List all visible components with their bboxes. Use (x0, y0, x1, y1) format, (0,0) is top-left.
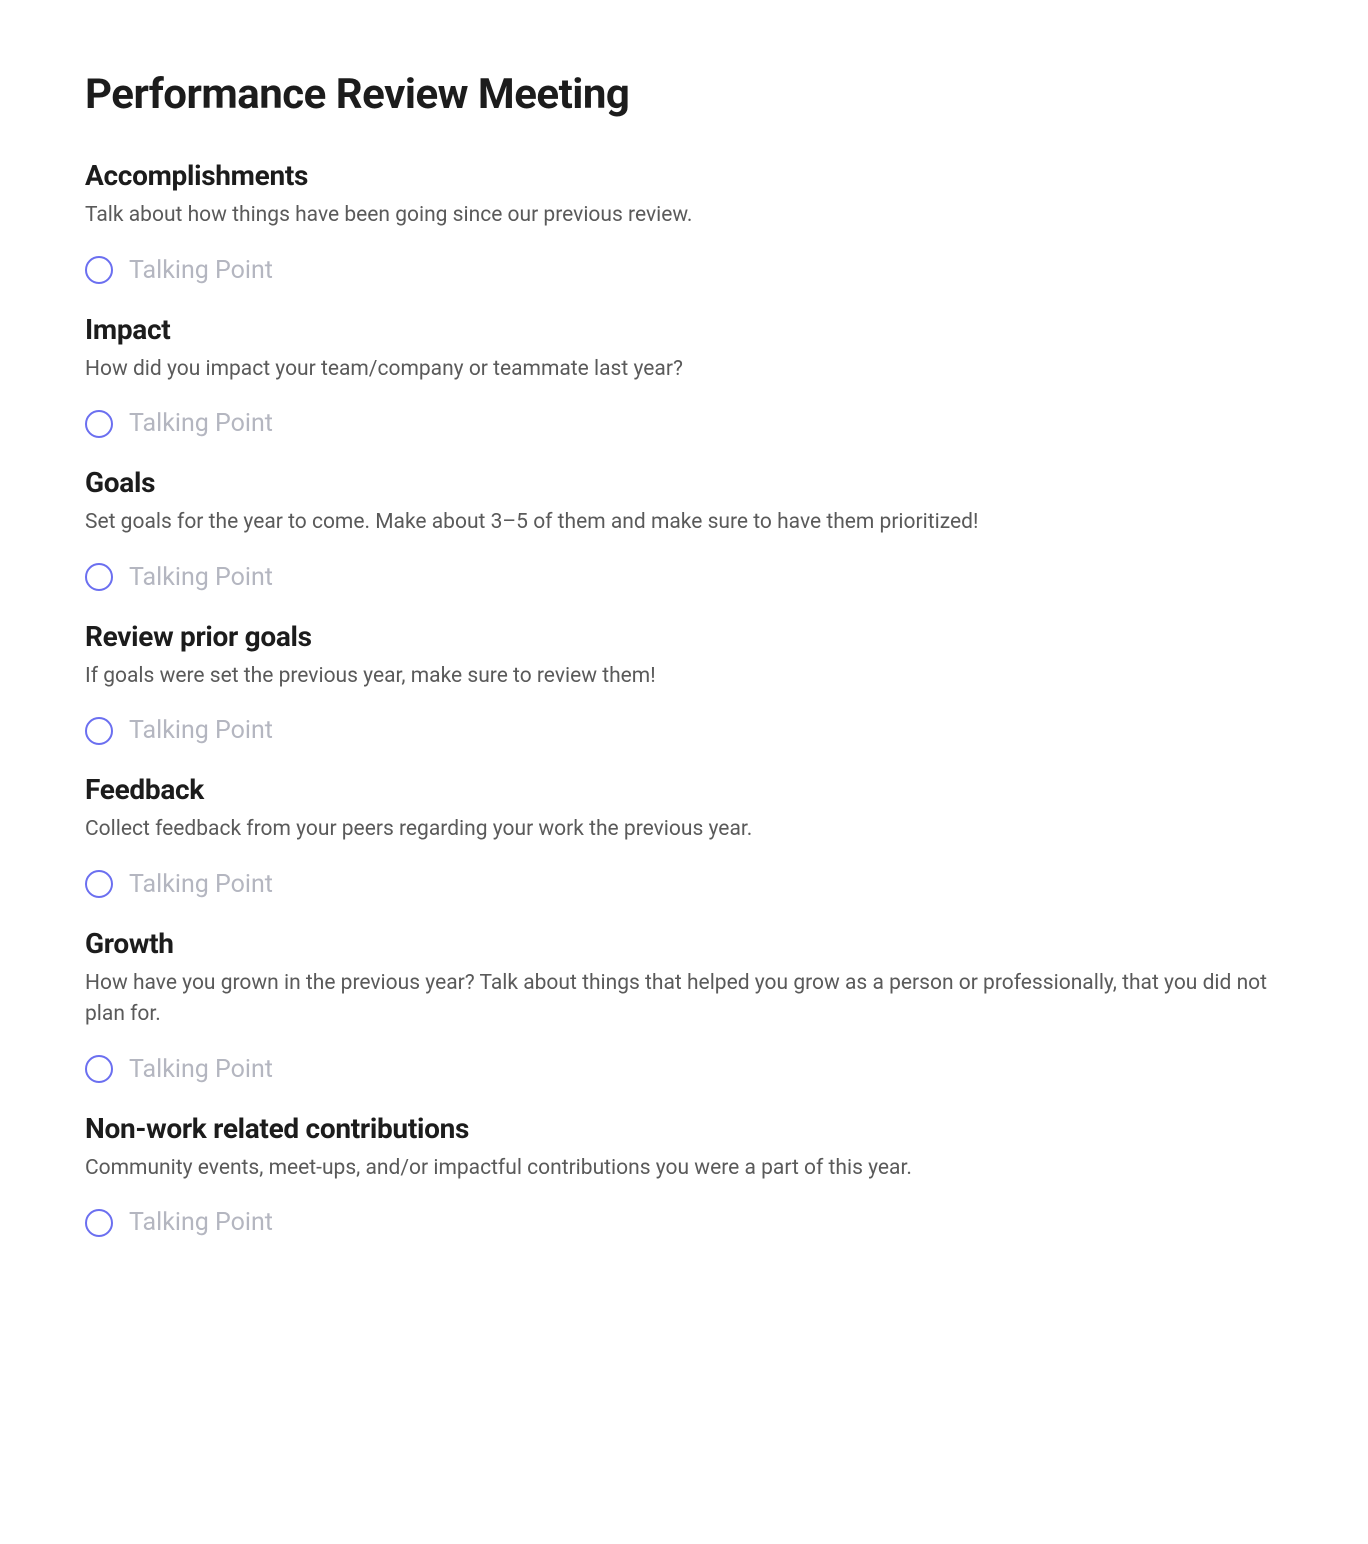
talking-point-label: Talking Point (129, 716, 273, 745)
talking-point-label: Talking Point (129, 1208, 273, 1237)
section-description: Talk about how things have been going si… (85, 200, 1283, 232)
section-feedback: Feedback Collect feedback from your peer… (85, 773, 1283, 899)
circle-icon[interactable] (85, 870, 113, 898)
talking-point-label: Talking Point (129, 409, 273, 438)
circle-icon[interactable] (85, 410, 113, 438)
talking-point-label: Talking Point (129, 1055, 273, 1084)
section-heading: Goals (85, 466, 1283, 499)
section-description: How have you grown in the previous year?… (85, 968, 1283, 1031)
talking-point-label: Talking Point (129, 870, 273, 899)
section-description: How did you impact your team/company or … (85, 354, 1283, 386)
section-accomplishments: Accomplishments Talk about how things ha… (85, 159, 1283, 285)
section-growth: Growth How have you grown in the previou… (85, 927, 1283, 1084)
section-heading: Non-work related contributions (85, 1112, 1283, 1145)
circle-icon[interactable] (85, 1055, 113, 1083)
talking-point-item[interactable]: Talking Point (85, 256, 1283, 285)
page-title: Performance Review Meeting (85, 70, 1283, 119)
section-review-prior-goals: Review prior goals If goals were set the… (85, 620, 1283, 746)
talking-point-label: Talking Point (129, 256, 273, 285)
circle-icon[interactable] (85, 717, 113, 745)
section-heading: Growth (85, 927, 1283, 960)
section-description: If goals were set the previous year, mak… (85, 661, 1283, 693)
circle-icon[interactable] (85, 563, 113, 591)
section-heading: Feedback (85, 773, 1283, 806)
talking-point-item[interactable]: Talking Point (85, 716, 1283, 745)
section-impact: Impact How did you impact your team/comp… (85, 313, 1283, 439)
talking-point-item[interactable]: Talking Point (85, 563, 1283, 592)
section-goals: Goals Set goals for the year to come. Ma… (85, 466, 1283, 592)
circle-icon[interactable] (85, 256, 113, 284)
talking-point-item[interactable]: Talking Point (85, 870, 1283, 899)
section-description: Collect feedback from your peers regardi… (85, 814, 1283, 846)
section-description: Set goals for the year to come. Make abo… (85, 507, 1283, 539)
talking-point-item[interactable]: Talking Point (85, 1055, 1283, 1084)
section-heading: Impact (85, 313, 1283, 346)
talking-point-item[interactable]: Talking Point (85, 409, 1283, 438)
section-description: Community events, meet-ups, and/or impac… (85, 1153, 1283, 1185)
talking-point-item[interactable]: Talking Point (85, 1208, 1283, 1237)
talking-point-label: Talking Point (129, 563, 273, 592)
section-heading: Review prior goals (85, 620, 1283, 653)
section-heading: Accomplishments (85, 159, 1283, 192)
circle-icon[interactable] (85, 1209, 113, 1237)
section-non-work-contributions: Non-work related contributions Community… (85, 1112, 1283, 1238)
